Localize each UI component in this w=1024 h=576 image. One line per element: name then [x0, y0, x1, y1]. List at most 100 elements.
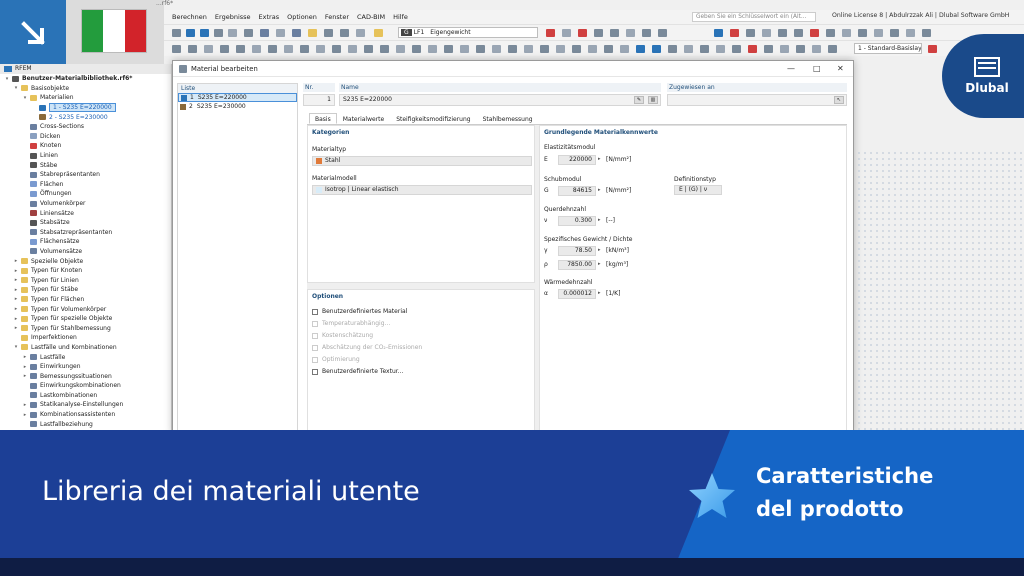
- tree-item[interactable]: ▸ Statikanalyse-Einstellungen: [0, 400, 171, 410]
- tree-item[interactable]: ▸ Bemessungssituationen: [0, 371, 171, 381]
- definition-type-select[interactable]: E | (G) | ν: [674, 185, 722, 195]
- tree-item[interactable]: ▾ Lastfälle und Kombinationen: [0, 343, 171, 353]
- toolbar-icon[interactable]: [778, 29, 787, 37]
- toolbar-icon[interactable]: [700, 45, 709, 53]
- toolbar-icon[interactable]: [220, 45, 229, 53]
- chevron-right-icon[interactable]: ▸: [13, 316, 19, 322]
- chevron-down-icon[interactable]: ▾: [4, 76, 10, 82]
- toolbar-icon[interactable]: [562, 29, 571, 37]
- tree-item[interactable]: ▾ Basisobjekte: [0, 84, 171, 94]
- chevron-right-icon[interactable]: ▸: [22, 373, 28, 379]
- tree-item[interactable]: ▸ Kombinationsassistenten: [0, 410, 171, 420]
- toolbar-icon[interactable]: [492, 45, 501, 53]
- toolbar-icon[interactable]: [652, 45, 661, 53]
- toolbar-icon[interactable]: [244, 29, 253, 37]
- toolbar-icon[interactable]: [332, 45, 341, 53]
- menu-optionen[interactable]: Optionen: [287, 13, 317, 21]
- tree-item[interactable]: ▾ Benutzer-Materialbibliothek.rf6*: [0, 74, 171, 84]
- toolbar-icon[interactable]: [204, 45, 213, 53]
- toolbar-icon[interactable]: [890, 29, 899, 37]
- tab-basis[interactable]: Basis: [309, 113, 337, 124]
- toolbar-icon[interactable]: [284, 45, 293, 53]
- minimize-icon[interactable]: —: [787, 64, 795, 73]
- toolbar-icon[interactable]: [604, 45, 613, 53]
- list-item[interactable]: 1 S235 E=220000: [178, 93, 297, 102]
- tree-item[interactable]: ▸ Typen für Knoten: [0, 266, 171, 276]
- close-icon[interactable]: ✕: [837, 64, 844, 73]
- toolbar-icon[interactable]: [172, 45, 181, 53]
- layer-combobox[interactable]: 1 - Standard-Basislayer: [854, 43, 922, 54]
- poisson-ratio-input[interactable]: 0.300: [558, 216, 596, 226]
- toolbar-icon[interactable]: [396, 45, 405, 53]
- number-field[interactable]: 1: [303, 94, 335, 106]
- chevron-right-icon[interactable]: ▸: [13, 277, 19, 283]
- e-modulus-input[interactable]: 220000: [558, 155, 596, 165]
- toolbar-icon[interactable]: [620, 45, 629, 53]
- thermal-expansion-input[interactable]: 0.000012: [558, 289, 596, 299]
- toolbar-icon[interactable]: [764, 45, 773, 53]
- toolbar-icon[interactable]: [214, 29, 223, 37]
- toolbar-icon[interactable]: [732, 45, 741, 53]
- toolbar-icon[interactable]: [828, 45, 837, 53]
- chevron-right-icon[interactable]: ▸: [13, 306, 19, 312]
- toolbar-icon[interactable]: [236, 45, 245, 53]
- toolbar-icon[interactable]: [252, 45, 261, 53]
- toolbar-icon[interactable]: [540, 45, 549, 53]
- tree-item[interactable]: ▸ Typen für Volumenkörper: [0, 304, 171, 314]
- toolbar-icon[interactable]: [308, 29, 317, 37]
- toolbar-icon[interactable]: [188, 45, 197, 53]
- toolbar-icon[interactable]: [668, 45, 677, 53]
- toolbar-icon[interactable]: [642, 29, 651, 37]
- toolbar-icon[interactable]: [658, 29, 667, 37]
- tree-item[interactable]: ▸ Spezielle Objekte: [0, 256, 171, 266]
- menu-cad-bim[interactable]: CAD-BIM: [357, 13, 385, 21]
- toolbar-icon[interactable]: [796, 45, 805, 53]
- library-icon[interactable]: ▥: [648, 96, 658, 104]
- material-type-select[interactable]: Stahl: [312, 156, 532, 166]
- toolbar-icon[interactable]: [340, 29, 349, 37]
- chevron-down-icon[interactable]: ▾: [22, 95, 28, 101]
- toolbar-icon[interactable]: [874, 29, 883, 37]
- toolbar-icon[interactable]: [746, 29, 755, 37]
- chevron-right-icon[interactable]: ▸: [22, 354, 28, 360]
- toolbar-icon[interactable]: [922, 29, 931, 37]
- toolbar-icon[interactable]: [636, 45, 645, 53]
- tree-item[interactable]: Dicken: [0, 132, 171, 142]
- toolbar-icon[interactable]: [276, 29, 285, 37]
- toolbar-icon[interactable]: [324, 29, 333, 37]
- menu-fenster[interactable]: Fenster: [325, 13, 349, 21]
- list-item[interactable]: 2 S235 E=230000: [178, 102, 297, 111]
- spinner-icon[interactable]: ▸: [598, 217, 601, 223]
- tree-item[interactable]: ▸ Typen für Stahlbemessung: [0, 323, 171, 333]
- tab-materialwerte[interactable]: Materialwerte: [337, 113, 390, 124]
- menu-berechnen[interactable]: Berechnen: [172, 13, 207, 21]
- toolbar-icon[interactable]: [444, 45, 453, 53]
- tree-item[interactable]: Imperfektionen: [0, 333, 171, 343]
- tree-item[interactable]: Stäbe: [0, 160, 171, 170]
- toolbar-icon[interactable]: [508, 45, 517, 53]
- spinner-icon[interactable]: ▸: [598, 290, 601, 296]
- tab-stahlbemessung[interactable]: Stahlbemessung: [477, 113, 539, 124]
- spinner-icon[interactable]: ▸: [598, 156, 601, 162]
- user-defined-material-checkbox[interactable]: Benutzerdefiniertes Material: [312, 308, 407, 315]
- tree-item[interactable]: ▸ Lastfälle: [0, 352, 171, 362]
- tree-item[interactable]: Flächensätze: [0, 237, 171, 247]
- tab-steifigkeitsmodifizierung[interactable]: Steifigkeitsmodifizierung: [390, 113, 476, 124]
- toolbar-icon[interactable]: [380, 45, 389, 53]
- g-modulus-input[interactable]: 84615: [558, 186, 596, 196]
- toolbar-icon[interactable]: [476, 45, 485, 53]
- tree-item[interactable]: ▸ Typen für Flächen: [0, 295, 171, 305]
- chevron-right-icon[interactable]: ▸: [13, 287, 19, 293]
- tree-item[interactable]: ▸ Typen für Linien: [0, 275, 171, 285]
- toolbar-icon[interactable]: [292, 29, 301, 37]
- toolbar-icon[interactable]: [716, 45, 725, 53]
- toolbar-icon[interactable]: [906, 29, 915, 37]
- toolbar-icon[interactable]: [594, 29, 603, 37]
- tree-item[interactable]: Öffnungen: [0, 189, 171, 199]
- tree-item[interactable]: Linien: [0, 151, 171, 161]
- tree-item[interactable]: Volumenkörper: [0, 199, 171, 209]
- toolbar-icon[interactable]: [588, 45, 597, 53]
- specific-weight-input[interactable]: 78.50: [558, 246, 596, 256]
- maximize-icon[interactable]: □: [813, 64, 821, 73]
- tree-item[interactable]: 1 - S235 E=220000: [0, 103, 171, 113]
